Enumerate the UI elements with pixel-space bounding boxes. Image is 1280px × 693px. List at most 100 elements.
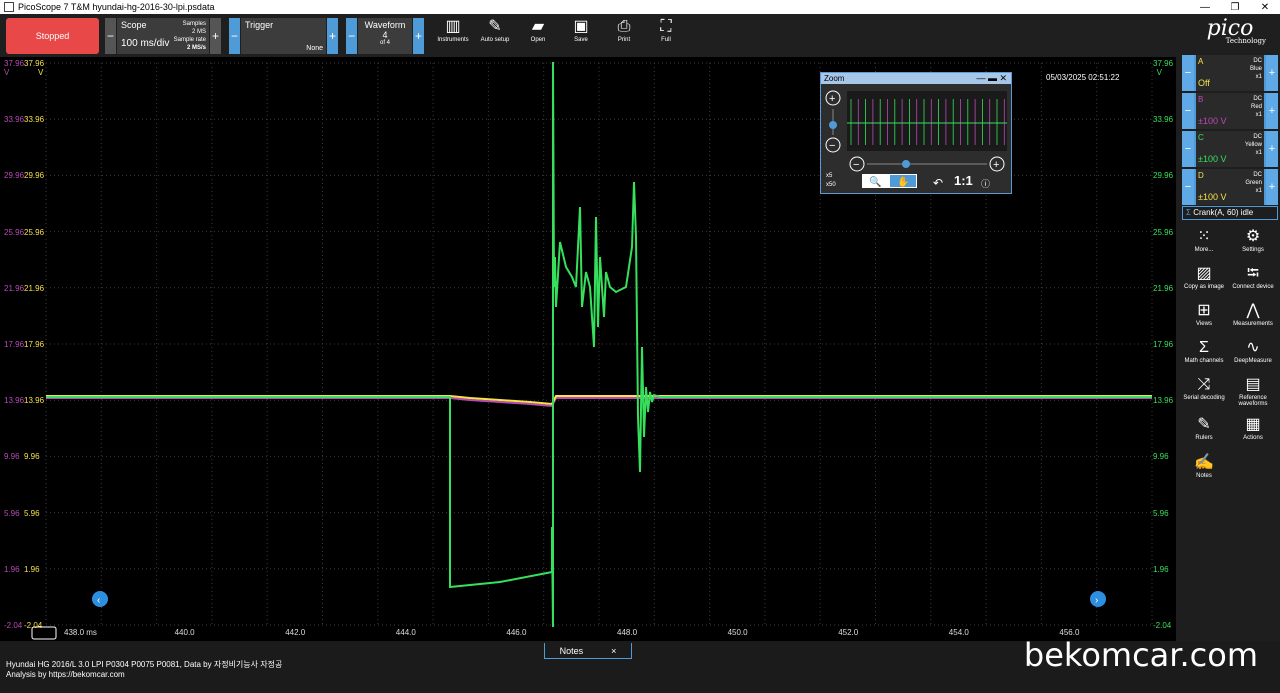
open-button[interactable]: ▰ Open (517, 17, 559, 43)
channel-a-minus-button[interactable]: − (1182, 55, 1194, 91)
waveform-plus-button[interactable]: + (413, 18, 424, 54)
full-screen-button[interactable]: ⛶ Full (645, 17, 687, 43)
save-label: Save (574, 37, 588, 43)
y-tick-label-yellow: 29.96 (24, 171, 45, 181)
y-tick-label-right: 5.96 (1153, 508, 1169, 518)
channel-c-control[interactable]: − C ±100 V DC Yellow x1 + (1182, 131, 1278, 167)
print-button[interactable]: ⎙ Print (603, 17, 645, 43)
instruments-label: Instruments (437, 37, 469, 43)
clapper-icon: ▦ (1245, 416, 1261, 433)
gear-icon: ⚙ (1245, 228, 1261, 245)
print-icon: ⎙ (617, 18, 631, 35)
reference-waveforms-button[interactable]: ▤ Reference waveforms (1228, 375, 1278, 407)
views-button[interactable]: ⊞ Views (1179, 301, 1229, 327)
channel-d-coupling: DC (1253, 172, 1262, 178)
plus-icon: + (829, 93, 835, 105)
samples-value: 2 MS (191, 29, 206, 35)
compass-icon: ⋀ (1246, 302, 1260, 319)
minus-icon: − (829, 140, 835, 152)
sigma-icon: Σ (1186, 208, 1191, 217)
channel-c-plus-button[interactable]: + (1266, 131, 1278, 167)
waveform-panel[interactable]: Waveform 4 of 4 (358, 18, 412, 54)
channel-d-plus-button[interactable]: + (1266, 169, 1278, 205)
open-label: Open (530, 37, 546, 43)
sigma-icon: Σ (1199, 339, 1209, 356)
zoom-overview-canvas[interactable]: + − − + 🔍 ✋ ↶ ⓘ (821, 85, 1011, 194)
full-label: Full (661, 37, 671, 43)
channel-a-letter: A (1198, 57, 1204, 66)
save-button[interactable]: ▣ Save (560, 17, 602, 43)
trigger-minus-button[interactable]: − (229, 18, 240, 54)
channel-a-control[interactable]: − A Off DC Blue x1 + (1182, 55, 1278, 91)
minimize-button[interactable]: — (1190, 2, 1220, 13)
measurements-button[interactable]: ⋀ Measurements (1228, 301, 1278, 327)
math-channels-button[interactable]: Σ Math channels (1179, 338, 1229, 364)
channel-a-plus-button[interactable]: + (1266, 55, 1278, 91)
copy-as-image-button[interactable]: ▨ Copy as image (1179, 264, 1229, 290)
info-icon[interactable]: ⓘ (981, 179, 990, 189)
zoom-window-controls[interactable]: — ▬ ✕ (976, 73, 1007, 84)
notes-button[interactable]: ✍ Notes (1179, 453, 1229, 479)
y-tick-label-right: 37.96 (1153, 59, 1174, 68)
serial-decoding-button[interactable]: ⤨ Serial decoding (1179, 375, 1229, 401)
actions-label: Actions (1243, 435, 1263, 441)
sample-rate-value: 2 MS/s (186, 45, 206, 51)
channel-a-colorname: Blue (1249, 66, 1262, 72)
auto-setup-button[interactable]: ✎ Auto setup (474, 17, 516, 43)
notes-tab-label: Notes (559, 645, 584, 656)
notes-icon: ✍ (1194, 454, 1214, 471)
scope-minus-button[interactable]: − (105, 18, 116, 54)
zoom-overview-window[interactable]: Zoom — ▬ ✕ + − − + 🔍 ✋ ↶ ⓘ x5 x50 1:1 (820, 72, 1012, 194)
channel-b-minus-button[interactable]: − (1182, 93, 1194, 129)
actions-button[interactable]: ▦ Actions (1228, 415, 1278, 441)
channel-a-coupling: DC (1253, 58, 1262, 64)
x-tick-label: 446.0 (506, 628, 527, 637)
channel-c-minus-button[interactable]: − (1182, 131, 1194, 167)
y-unit-yellow: V (38, 68, 44, 77)
channel-d-control[interactable]: − D ±100 V DC Green x1 + (1182, 169, 1278, 205)
math-channel-item[interactable]: Σ Crank(A, 60) idle (1182, 206, 1278, 220)
channel-b-control[interactable]: − B ±100 V DC Red x1 + (1182, 93, 1278, 129)
waveform-minus-button[interactable]: − (346, 18, 357, 54)
instruments-button[interactable]: ▥ Instruments (432, 17, 474, 43)
more-label: More... (1194, 247, 1214, 253)
horizontal-zoom-thumb[interactable] (902, 160, 910, 168)
zoom-title-bar[interactable]: Zoom — ▬ ✕ (821, 73, 1011, 84)
y-tick-label-right: 13.96 (1153, 396, 1174, 406)
y-tick-label-purple: 33.96 (4, 115, 25, 125)
close-button[interactable]: ✕ (1250, 2, 1280, 13)
channel-b-letter: B (1198, 95, 1204, 104)
zoom-ratio[interactable]: 1:1 (954, 173, 973, 188)
magnifier-icon[interactable]: 🔍 (869, 175, 881, 188)
y-tick-label-yellow: 1.96 (24, 564, 40, 574)
serial-icon: ⤨ (1197, 376, 1211, 393)
notes-tab[interactable]: Notes × (544, 643, 632, 659)
vertical-zoom-thumb[interactable] (829, 121, 837, 129)
y-tick-label-yellow: 21.96 (24, 283, 45, 293)
scope-label: Scope (121, 20, 147, 30)
waveform-index: 4 (382, 30, 388, 40)
math-channel-label: Crank(A, 60) idle (1193, 208, 1254, 217)
overview-frame[interactable] (847, 91, 1007, 151)
math-channels-label: Math channels (1184, 358, 1224, 364)
notes-tab-close-icon[interactable]: × (611, 646, 616, 656)
settings-button[interactable]: ⚙ Settings (1228, 227, 1278, 253)
deepmeasure-button[interactable]: ∿ DeepMeasure (1228, 338, 1278, 364)
x-tick-label: 450.0 (727, 628, 748, 637)
logo-subtext: Technology (1225, 37, 1266, 45)
undo-zoom-icon[interactable]: ↶ (933, 176, 943, 190)
maximize-button[interactable]: ❐ (1220, 2, 1250, 13)
scope-plus-button[interactable]: + (210, 18, 221, 54)
rulers-button[interactable]: ✎ Rulers (1179, 415, 1229, 441)
connect-device-button[interactable]: ⭾ Connect device (1228, 264, 1278, 290)
x-tick-label: 440.0 (174, 628, 195, 637)
trigger-plus-button[interactable]: + (327, 18, 338, 54)
image-icon: ▨ (1196, 265, 1212, 282)
trigger-panel[interactable]: Trigger None (241, 18, 326, 54)
scope-panel[interactable]: Scope 100 ms/div Samples 2 MS Sample rat… (117, 18, 209, 54)
stopped-button[interactable]: Stopped (6, 18, 99, 54)
more-button[interactable]: ⁙ More... (1179, 227, 1229, 253)
channel-b-plus-button[interactable]: + (1266, 93, 1278, 129)
channel-d-minus-button[interactable]: − (1182, 169, 1194, 205)
x-tick-label: 448.0 (617, 628, 638, 637)
